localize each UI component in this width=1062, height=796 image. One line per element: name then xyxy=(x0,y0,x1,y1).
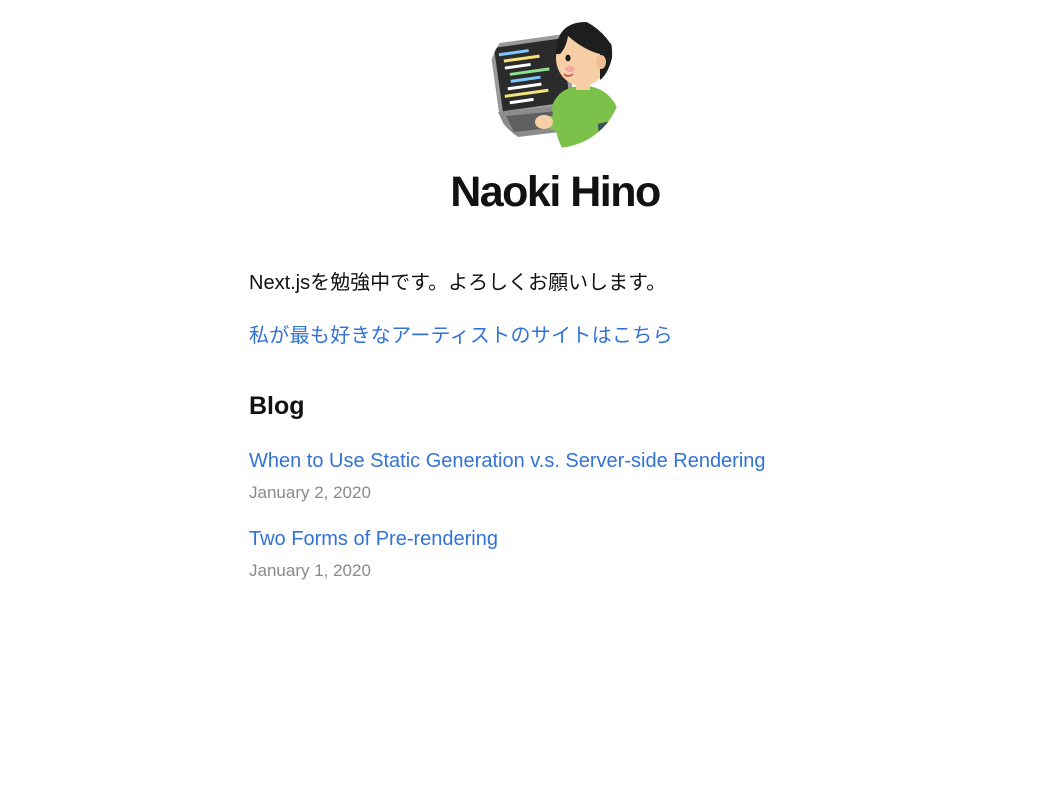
post-link[interactable]: Two Forms of Pre-rendering xyxy=(249,526,766,552)
intro-text: Next.jsを勉強中です。よろしくお願いします。 xyxy=(249,272,667,294)
header xyxy=(0,14,1062,153)
page: Naoki Hino Next.jsを勉強中です。よろしくお願いします。 私が最… xyxy=(0,0,1062,796)
favorite-artist-link[interactable]: 私が最も好きなアーティストのサイトはこちら xyxy=(249,319,673,348)
blog-post-list: When to Use Static Generation v.s. Serve… xyxy=(249,448,766,604)
post-date: January 2, 2020 xyxy=(249,483,371,502)
blog-heading: Blog xyxy=(249,392,305,420)
list-item: Two Forms of Pre-rendering January 1, 20… xyxy=(249,526,766,582)
profile-avatar xyxy=(488,14,622,148)
site-title: Naoki Hino xyxy=(450,168,661,216)
post-link[interactable]: When to Use Static Generation v.s. Serve… xyxy=(249,448,766,474)
list-item: When to Use Static Generation v.s. Serve… xyxy=(249,448,766,504)
programmer-illustration xyxy=(488,14,622,148)
post-date: January 1, 2020 xyxy=(249,561,371,580)
